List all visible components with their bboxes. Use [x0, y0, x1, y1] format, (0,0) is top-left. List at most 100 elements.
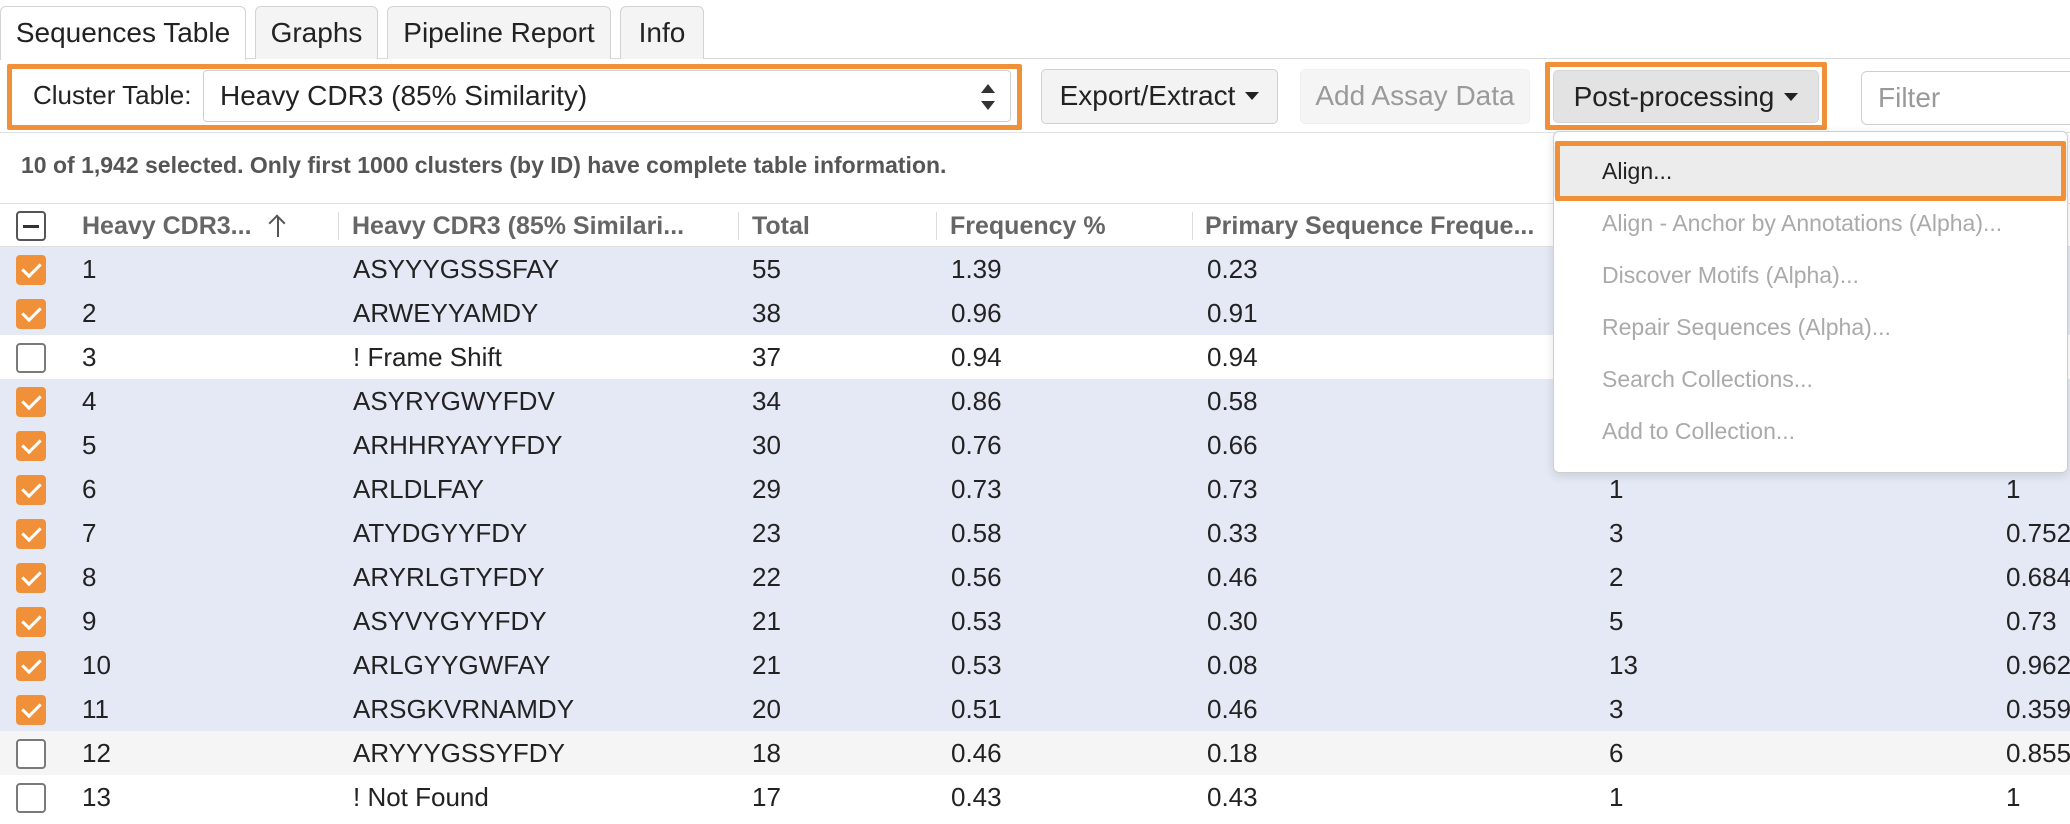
cell-cdr3: ARSGKVRNAMDY	[353, 694, 575, 724]
cell-col7: 0.73	[2006, 606, 2057, 636]
row-checkbox[interactable]	[16, 255, 46, 285]
cell-total: 21	[752, 650, 781, 680]
cell-frequency: 0.58	[951, 518, 1002, 548]
row-checkbox[interactable]	[16, 739, 46, 769]
caret-down-icon	[1784, 92, 1799, 101]
cell-cdr3: ASYVYGYYFDY	[353, 606, 547, 636]
cell-primary-frequency: 0.23	[1207, 254, 1258, 284]
cell-cdr3: ASYRYGWYFDV	[353, 386, 555, 416]
caret-down-icon	[1245, 91, 1260, 100]
row-checkbox[interactable]	[16, 475, 46, 505]
tab-pipeline-report[interactable]: Pipeline Report	[387, 6, 611, 59]
cell-id: 10	[82, 650, 111, 680]
cluster-table-value: Heavy CDR3 (85% Similarity)	[220, 80, 588, 111]
row-checkbox[interactable]	[16, 343, 46, 373]
column-separator[interactable]	[738, 212, 739, 240]
export-extract-button[interactable]: Export/Extract	[1041, 69, 1278, 124]
cell-cdr3: ARYYYGSSYFDY	[353, 738, 565, 768]
table-row[interactable]: 8 ARYRLGTYFDY 22 0.56 0.46 2 0.684	[0, 555, 2070, 599]
menu-item-add-to-collection[interactable]: Add to Collection...	[1554, 405, 2067, 457]
row-checkbox[interactable]	[16, 387, 46, 417]
select-all-checkbox[interactable]	[16, 211, 46, 241]
cell-id: 11	[82, 694, 109, 724]
table-row[interactable]: 9 ASYVYGYYFDY 21 0.53 0.30 5 0.73	[0, 599, 2070, 643]
cell-col6: 3	[1609, 518, 1624, 548]
cluster-table-select[interactable]: Heavy CDR3 (85% Similarity)	[203, 70, 1011, 122]
row-checkbox[interactable]	[16, 519, 46, 549]
table-row[interactable]: 10 ARLGYYGWFAY 21 0.53 0.08 13 0.962	[0, 643, 2070, 687]
post-processing-button[interactable]: Post-processing	[1553, 70, 1819, 123]
cell-id: 2	[82, 298, 97, 328]
column-header-total[interactable]: Total	[752, 204, 932, 248]
cell-frequency: 0.53	[951, 606, 1002, 636]
add-assay-data-button[interactable]: Add Assay Data	[1300, 69, 1530, 124]
cell-total: 23	[752, 518, 781, 548]
cell-frequency: 1.39	[951, 254, 1002, 284]
cell-total: 17	[752, 782, 781, 812]
cell-col7: 1	[2006, 474, 2021, 504]
menu-item-search-collections[interactable]: Search Collections...	[1554, 353, 2067, 405]
cell-primary-frequency: 0.30	[1207, 606, 1258, 636]
cell-frequency: 0.76	[951, 430, 1002, 460]
cell-frequency: 0.46	[951, 738, 1002, 768]
column-header-cdr3[interactable]: Heavy CDR3 (85% Similari...	[352, 204, 732, 248]
column-header-id[interactable]: Heavy CDR3...	[82, 204, 262, 248]
export-extract-label: Export/Extract	[1059, 80, 1236, 111]
cell-primary-frequency: 0.46	[1207, 562, 1258, 592]
filter-input[interactable]: Filter	[1861, 71, 2070, 125]
tab-graphs[interactable]: Graphs	[255, 6, 378, 59]
column-separator[interactable]	[936, 212, 937, 240]
table-row[interactable]: 13 ! Not Found 17 0.43 0.43 1 1	[0, 775, 2070, 819]
row-checkbox[interactable]	[16, 607, 46, 637]
cell-id: 13	[82, 782, 111, 812]
row-checkbox[interactable]	[16, 783, 46, 813]
menu-item-repair-sequences[interactable]: Repair Sequences (Alpha)...	[1554, 301, 2067, 353]
cell-primary-frequency: 0.91	[1207, 298, 1258, 328]
cell-total: 38	[752, 298, 781, 328]
table-row[interactable]: 11 ARSGKVRNAMDY 20 0.51 0.46 3 0.359	[0, 687, 2070, 731]
row-checkbox[interactable]	[16, 651, 46, 681]
cell-id: 6	[82, 474, 97, 504]
cell-cdr3: ARWEYYAMDY	[353, 298, 539, 328]
table-row[interactable]: 6 ARLDLFAY 29 0.73 0.73 1 1	[0, 467, 2070, 511]
column-header-frequency[interactable]: Frequency %	[950, 204, 1190, 248]
row-checkbox[interactable]	[16, 299, 46, 329]
column-separator[interactable]	[1192, 212, 1193, 240]
cell-col6: 6	[1609, 738, 1624, 768]
cell-primary-frequency: 0.33	[1207, 518, 1258, 548]
table-row[interactable]: 12 ARYYYGSSYFDY 18 0.46 0.18 6 0.855	[0, 731, 2070, 775]
column-separator[interactable]	[338, 212, 339, 240]
column-header-primary-frequency[interactable]: Primary Sequence Freque...	[1205, 204, 1550, 248]
cell-col7: 0.855	[2006, 738, 2070, 768]
cell-id: 9	[82, 606, 97, 636]
cell-col6: 5	[1609, 606, 1624, 636]
cell-cdr3: ATYDGYYFDY	[353, 518, 528, 548]
cell-col7: 0.359	[2006, 694, 2070, 724]
table-row[interactable]: 7 ATYDGYYFDY 23 0.58 0.33 3 0.752	[0, 511, 2070, 555]
tab-info[interactable]: Info	[620, 6, 704, 59]
row-checkbox[interactable]	[16, 695, 46, 725]
cell-col7: 0.962	[2006, 650, 2070, 680]
menu-item-discover-motifs[interactable]: Discover Motifs (Alpha)...	[1554, 249, 2067, 301]
cell-primary-frequency: 0.73	[1207, 474, 1258, 504]
tab-sequences-table[interactable]: Sequences Table	[0, 6, 246, 60]
cell-frequency: 0.94	[951, 342, 1002, 372]
sort-ascending-icon[interactable]	[268, 214, 288, 238]
cell-primary-frequency: 0.18	[1207, 738, 1258, 768]
cell-col7: 0.684	[2006, 562, 2070, 592]
cell-frequency: 0.53	[951, 650, 1002, 680]
cell-total: 29	[752, 474, 781, 504]
cell-id: 3	[82, 342, 97, 372]
cell-total: 55	[752, 254, 781, 284]
cell-col6: 3	[1609, 694, 1624, 724]
cell-frequency: 0.86	[951, 386, 1002, 416]
cell-cdr3: ARHHRYAYYFDY	[353, 430, 563, 460]
row-checkbox[interactable]	[16, 563, 46, 593]
cell-col7: 1	[2006, 782, 2021, 812]
menu-item-align-anchor[interactable]: Align - Anchor by Annotations (Alpha)...	[1554, 197, 2067, 249]
cell-cdr3: ! Not Found	[353, 782, 489, 812]
cell-cdr3: ARLGYYGWFAY	[353, 650, 551, 680]
post-processing-menu: Align... Align - Anchor by Annotations (…	[1553, 131, 2068, 473]
cell-frequency: 0.56	[951, 562, 1002, 592]
row-checkbox[interactable]	[16, 431, 46, 461]
